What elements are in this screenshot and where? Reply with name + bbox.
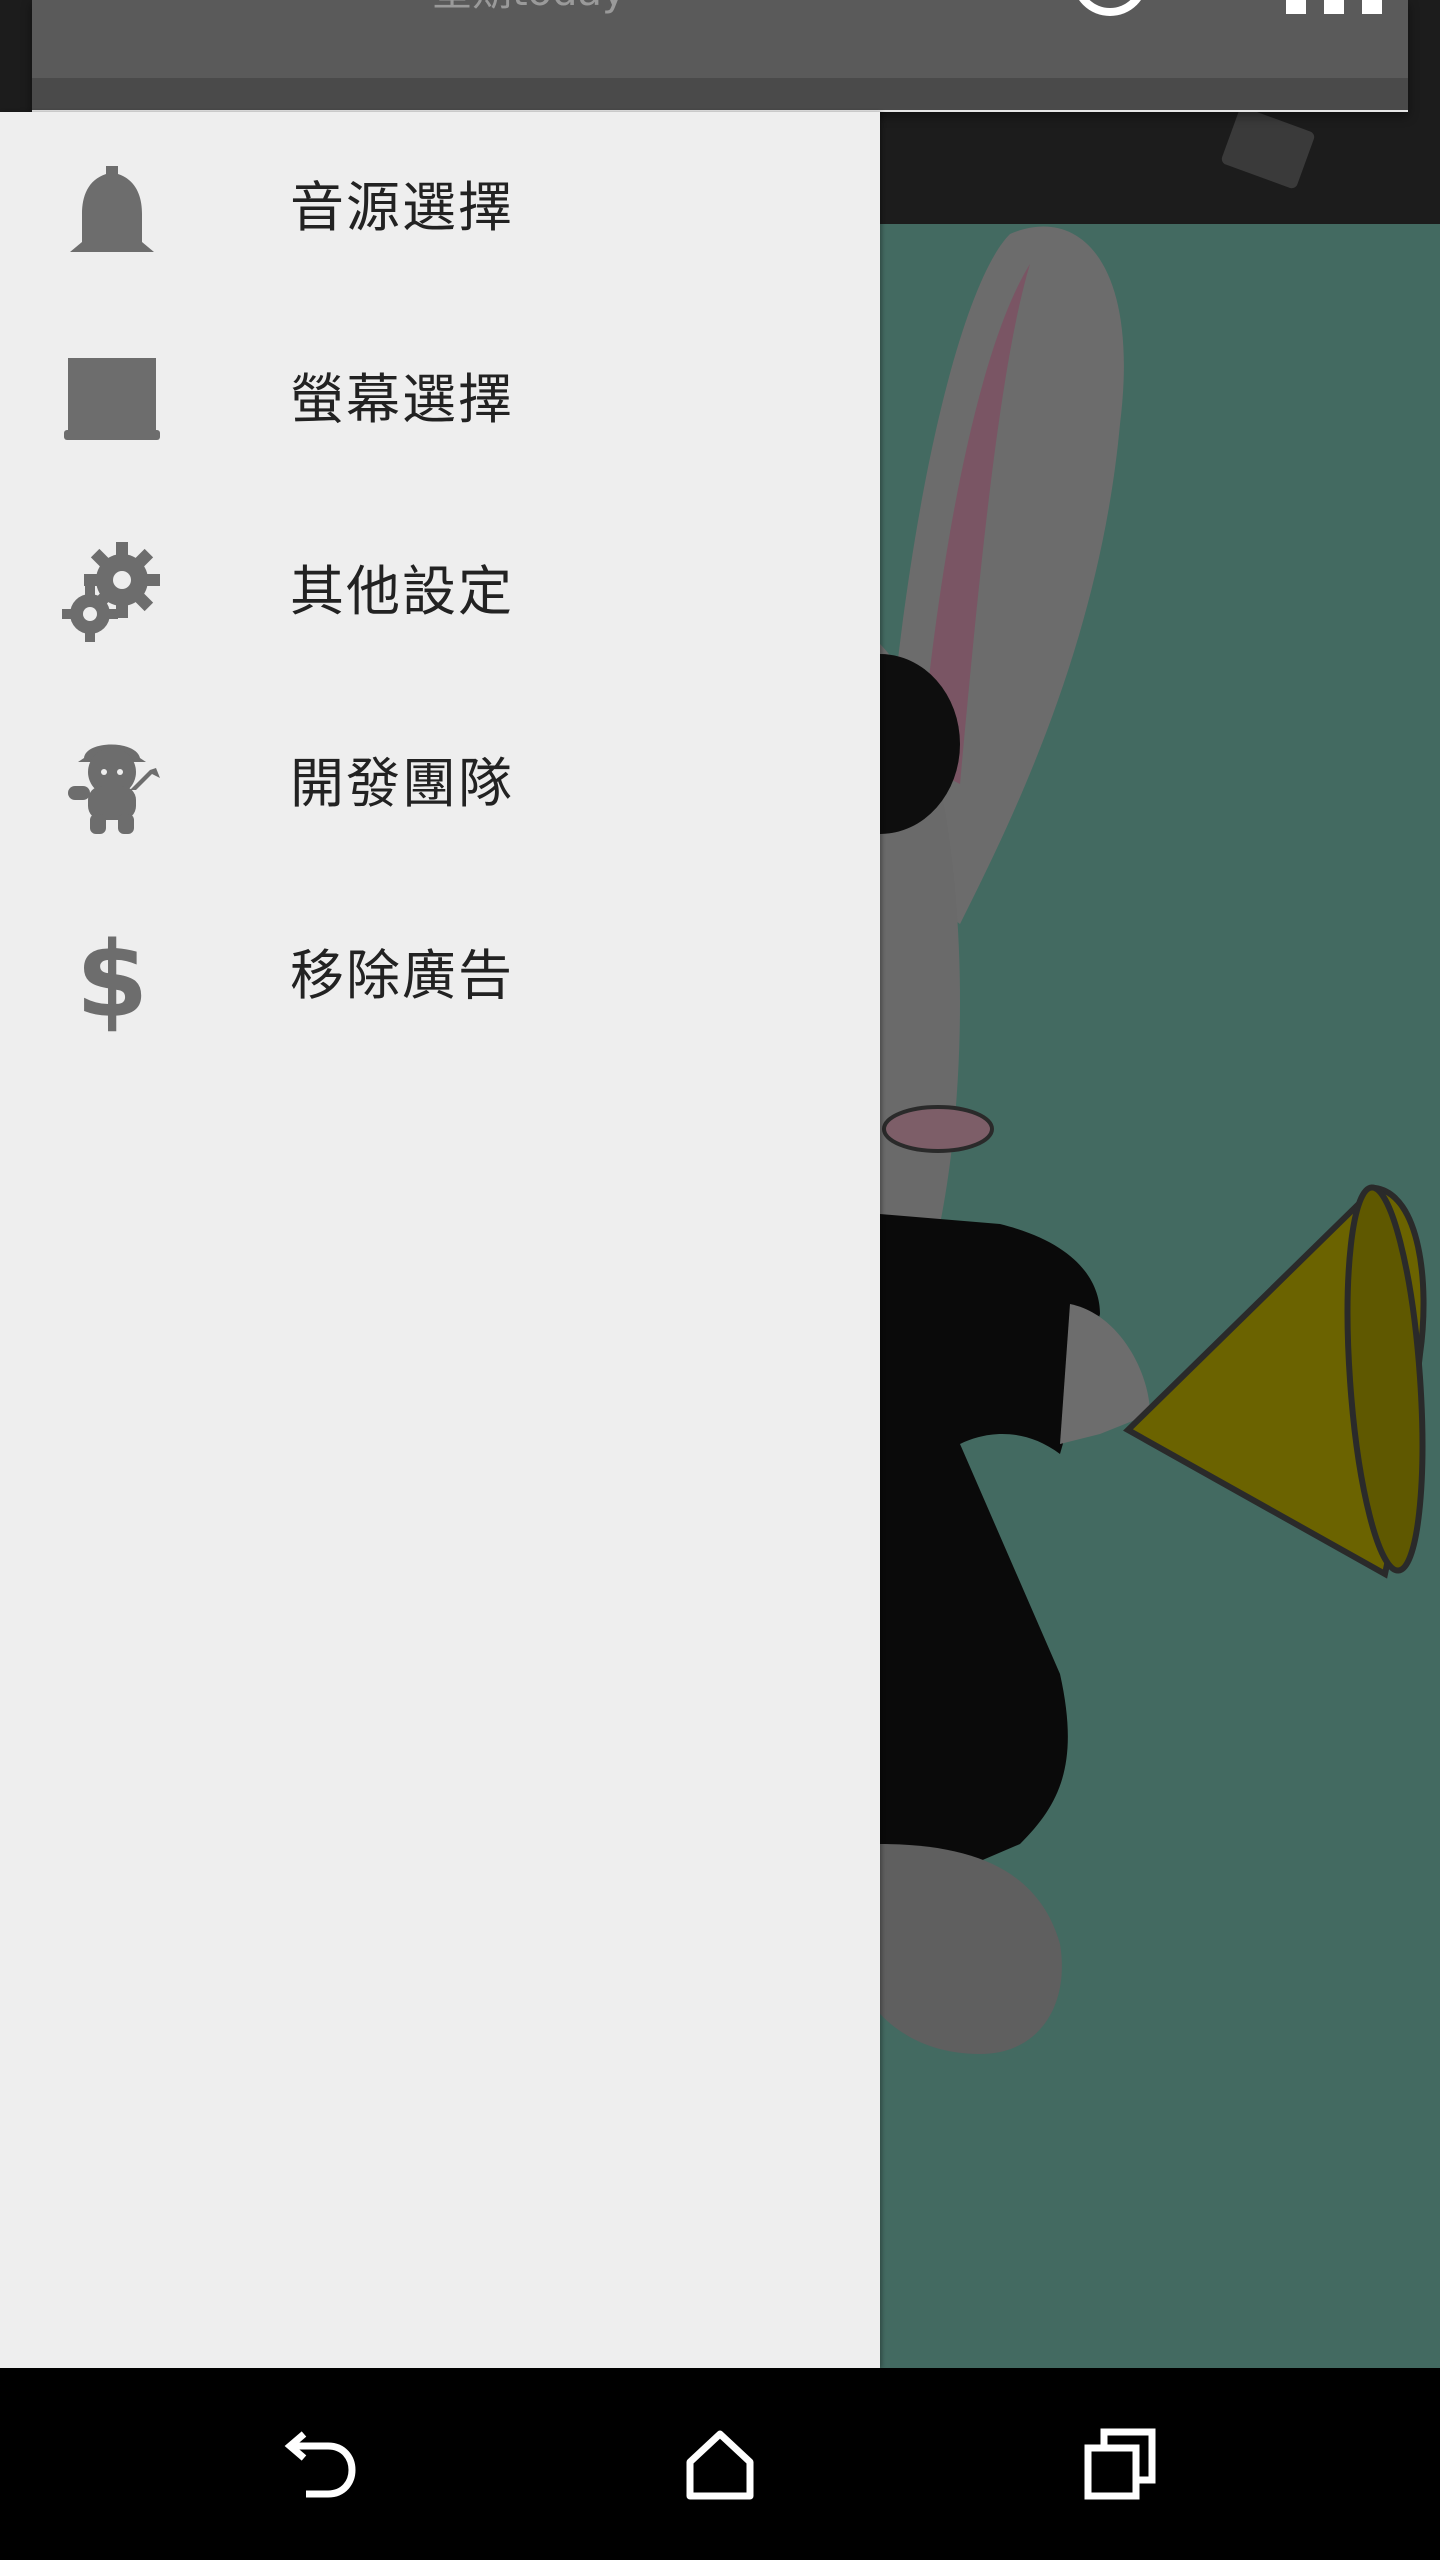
menu-item-screen-select[interactable]: 螢幕選擇 [0,304,880,496]
signal-bars-icon [1286,0,1386,14]
menu-item-other-settings[interactable]: 其他設定 [0,496,880,688]
menu-item-sound-source[interactable]: 音源選擇 [0,112,880,304]
menu-item-remove-ads[interactable]: $ 移除廣告 [0,880,880,1072]
system-nav-bar [0,2368,1440,2560]
shade-day-text: 星期today [432,0,626,12]
home-icon [686,2430,754,2500]
navigation-drawer: 音源選擇 螢幕選擇 其他設定 開發團隊 $ 移除廣告 [0,112,880,2368]
notification-shade[interactable]: 星期today [32,0,1408,112]
back-icon [284,2431,356,2498]
recents-button[interactable] [1060,2408,1180,2520]
data-saver-icon [1072,0,1148,16]
menu-item-label: 開發團隊 [290,752,514,815]
shade-handle [32,78,1408,110]
svg-text:$: $ [76,920,148,1032]
dollar-icon: $ [56,920,168,1032]
back-button[interactable] [260,2408,380,2520]
menu-item-label: 螢幕選擇 [290,368,514,431]
monitor-icon [56,344,168,456]
menu-item-label: 其他設定 [290,560,514,623]
menu-item-dev-team[interactable]: 開發團隊 [0,688,880,880]
gear-icon [56,536,168,648]
menu-item-label: 音源選擇 [290,176,514,239]
recents-icon [1084,2428,1156,2500]
menu-item-label: 移除廣告 [290,944,514,1007]
developer-mascot-icon [56,728,168,840]
home-button[interactable] [660,2408,780,2520]
bell-icon [56,152,168,264]
